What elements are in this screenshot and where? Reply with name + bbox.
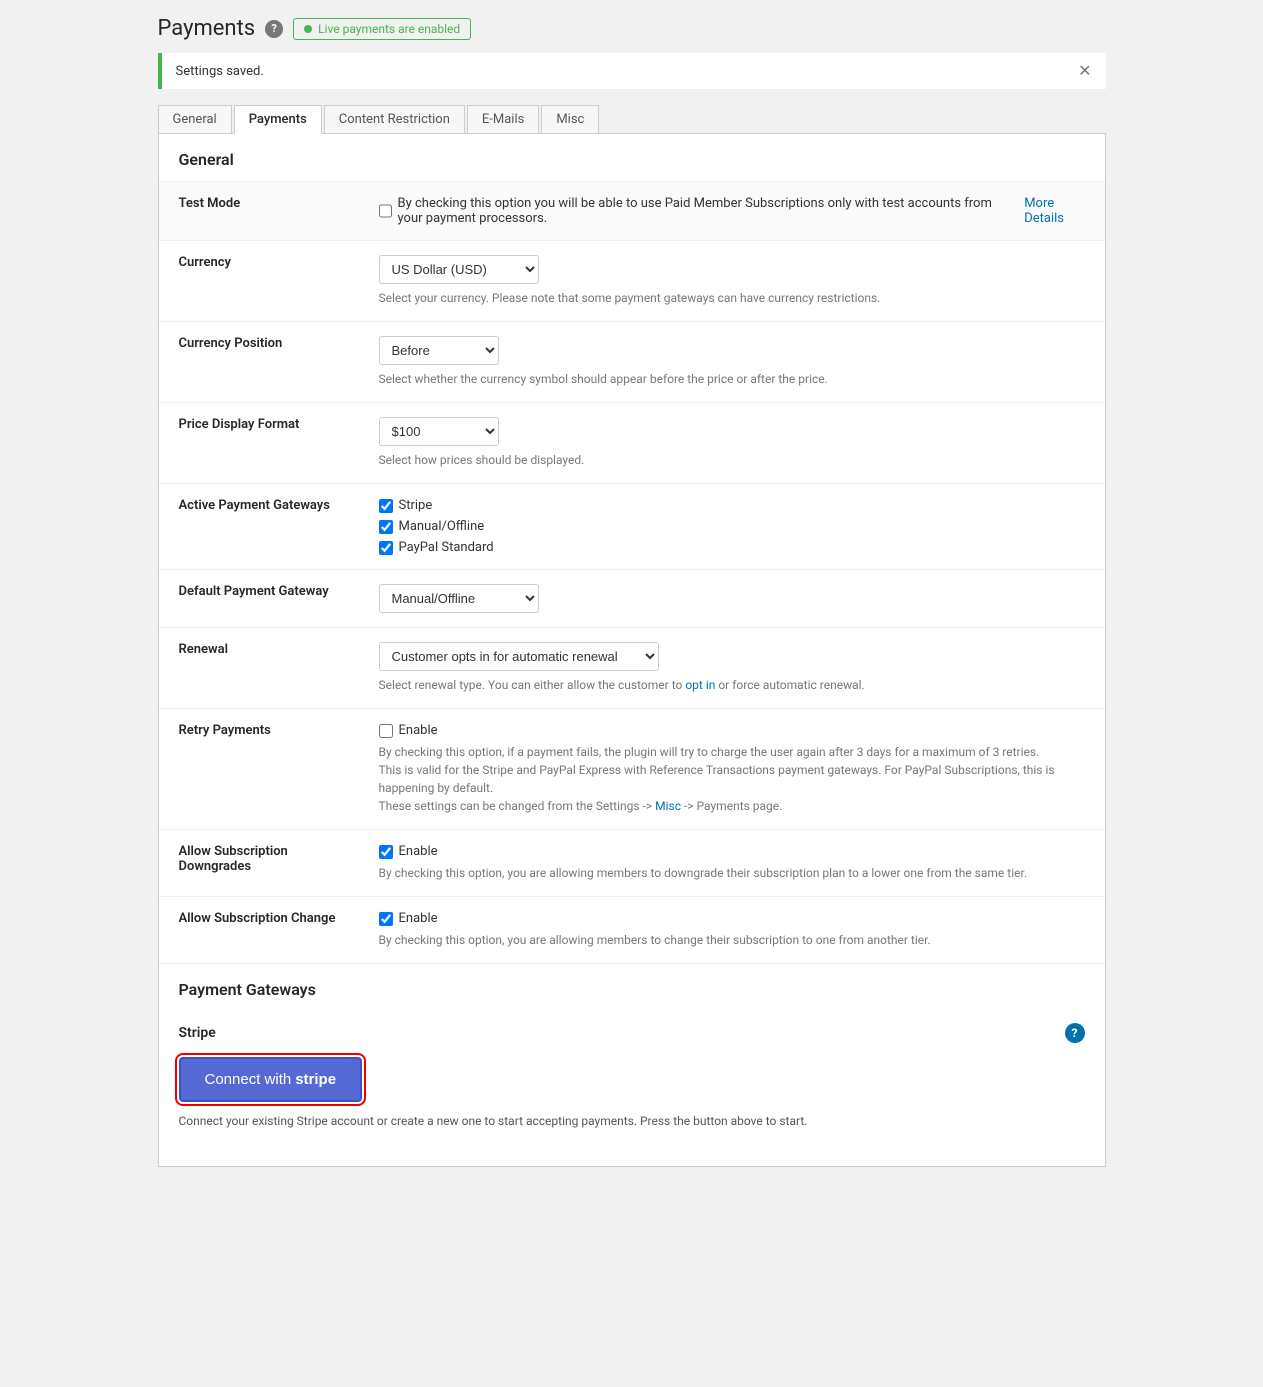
active-payment-gateways-row: Active Payment Gateways Stripe Manual/Of… bbox=[159, 484, 1105, 570]
subscription-downgrades-description: By checking this option, you are allowin… bbox=[379, 864, 1085, 882]
default-payment-gateway-select[interactable]: Manual/Offline Stripe PayPal Standard bbox=[379, 584, 539, 613]
price-display-format-row: Price Display Format $100 $ 100 100$ Sel… bbox=[159, 403, 1105, 484]
test-mode-row: Test Mode By checking this option you wi… bbox=[159, 182, 1105, 241]
renewal-value: Customer opts in for automatic renewal F… bbox=[359, 628, 1105, 709]
currency-position-select[interactable]: Before After bbox=[379, 336, 499, 365]
tab-misc[interactable]: Misc bbox=[541, 105, 599, 133]
retry-payments-checkbox-label: Enable bbox=[399, 723, 438, 738]
retry-payments-value: Enable By checking this option, if a pay… bbox=[359, 709, 1105, 830]
paypal-gateway-row: PayPal Standard bbox=[379, 540, 1085, 555]
test-mode-checkbox[interactable] bbox=[379, 204, 392, 218]
active-payment-gateways-value: Stripe Manual/Offline PayPal Standard bbox=[359, 484, 1105, 570]
connect-stripe-btn-text-normal: Connect with bbox=[205, 1071, 292, 1088]
subscription-downgrades-label: Allow Subscription Downgrades bbox=[159, 830, 359, 897]
stripe-help-icon[interactable]: ? bbox=[1065, 1023, 1085, 1043]
notice-bar: Settings saved. ✕ bbox=[158, 53, 1106, 89]
subscription-downgrades-checkbox-row: Enable bbox=[379, 844, 1085, 859]
active-payment-gateways-checkboxes: Stripe Manual/Offline PayPal Standard bbox=[379, 498, 1085, 555]
currency-position-value: Before After Select whether the currency… bbox=[359, 322, 1105, 403]
subscription-change-checkbox-row: Enable bbox=[379, 911, 1085, 926]
connect-stripe-button[interactable]: Connect with stripe bbox=[179, 1057, 363, 1102]
default-payment-gateway-value: Manual/Offline Stripe PayPal Standard bbox=[359, 570, 1105, 628]
price-display-format-description: Select how prices should be displayed. bbox=[379, 451, 1085, 469]
stripe-gateway-label: Stripe bbox=[399, 498, 433, 513]
manual-gateway-checkbox[interactable] bbox=[379, 520, 393, 534]
tab-content-restriction[interactable]: Content Restriction bbox=[324, 105, 465, 133]
currency-row: Currency US Dollar (USD) Euro (EUR) Brit… bbox=[159, 241, 1105, 322]
paypal-gateway-label: PayPal Standard bbox=[399, 540, 494, 555]
currency-position-row: Currency Position Before After Select wh… bbox=[159, 322, 1105, 403]
currency-value: US Dollar (USD) Euro (EUR) British Pound… bbox=[359, 241, 1105, 322]
renewal-row: Renewal Customer opts in for automatic r… bbox=[159, 628, 1105, 709]
tabs: General Payments Content Restriction E-M… bbox=[158, 105, 1106, 134]
stripe-gateway-row: Stripe bbox=[379, 498, 1085, 513]
subscription-change-value: Enable By checking this option, you are … bbox=[359, 897, 1105, 964]
notice-text: Settings saved. bbox=[176, 64, 264, 79]
tab-general[interactable]: General bbox=[158, 105, 232, 133]
payment-gateways-title: Payment Gateways bbox=[179, 980, 1085, 999]
renewal-opt-in-link[interactable]: opt in bbox=[685, 678, 715, 692]
manual-gateway-label: Manual/Offline bbox=[399, 519, 485, 534]
live-dot-icon bbox=[304, 25, 312, 33]
retry-payments-row: Retry Payments Enable By checking this o… bbox=[159, 709, 1105, 830]
retry-payments-label: Retry Payments bbox=[159, 709, 359, 830]
subscription-change-checkbox-label: Enable bbox=[399, 911, 438, 926]
currency-label: Currency bbox=[159, 241, 359, 322]
settings-table: Test Mode By checking this option you wi… bbox=[159, 182, 1105, 963]
active-payment-gateways-label: Active Payment Gateways bbox=[159, 484, 359, 570]
retry-payments-description: By checking this option, if a payment fa… bbox=[379, 743, 1085, 815]
close-icon[interactable]: ✕ bbox=[1078, 63, 1091, 79]
test-mode-more-details-link[interactable]: More Details bbox=[1024, 196, 1084, 226]
tab-payments[interactable]: Payments bbox=[234, 105, 322, 134]
currency-select[interactable]: US Dollar (USD) Euro (EUR) British Pound… bbox=[379, 255, 539, 284]
renewal-select[interactable]: Customer opts in for automatic renewal F… bbox=[379, 642, 659, 671]
page-title: Payments bbox=[158, 16, 256, 41]
subscription-change-label: Allow Subscription Change bbox=[159, 897, 359, 964]
subscription-change-description: By checking this option, you are allowin… bbox=[379, 931, 1085, 949]
test-mode-label: Test Mode bbox=[159, 182, 359, 241]
subscription-change-checkbox[interactable] bbox=[379, 912, 393, 926]
stripe-description: Connect your existing Stripe account or … bbox=[179, 1112, 1085, 1130]
help-icon[interactable]: ? bbox=[265, 20, 283, 38]
live-badge-text: Live payments are enabled bbox=[318, 22, 460, 36]
stripe-label: Stripe bbox=[179, 1025, 216, 1041]
renewal-label: Renewal bbox=[159, 628, 359, 709]
retry-payments-misc-link[interactable]: Misc bbox=[655, 799, 681, 813]
general-section-title: General bbox=[159, 134, 1105, 182]
retry-payments-checkbox-row: Enable bbox=[379, 723, 1085, 738]
content-area: General Test Mode By checking this optio… bbox=[158, 134, 1106, 1167]
currency-description: Select your currency. Please note that s… bbox=[379, 289, 1085, 307]
subscription-downgrades-row: Allow Subscription Downgrades Enable By … bbox=[159, 830, 1105, 897]
subscription-downgrades-checkbox[interactable] bbox=[379, 845, 393, 859]
connect-stripe-btn-text-bold: stripe bbox=[295, 1071, 336, 1088]
subscription-change-row: Allow Subscription Change Enable By chec… bbox=[159, 897, 1105, 964]
price-display-format-select[interactable]: $100 $ 100 100$ bbox=[379, 417, 499, 446]
test-mode-value: By checking this option you will be able… bbox=[359, 182, 1105, 241]
default-payment-gateway-label: Default Payment Gateway bbox=[159, 570, 359, 628]
test-mode-checkbox-row: By checking this option you will be able… bbox=[379, 196, 1085, 226]
paypal-gateway-checkbox[interactable] bbox=[379, 541, 393, 555]
page-header: Payments ? Live payments are enabled bbox=[158, 16, 1106, 41]
tab-emails[interactable]: E-Mails bbox=[467, 105, 539, 133]
connect-stripe-btn-wrapper: Connect with stripe bbox=[179, 1057, 1085, 1112]
retry-payments-checkbox[interactable] bbox=[379, 724, 393, 738]
renewal-description: Select renewal type. You can either allo… bbox=[379, 676, 1085, 694]
currency-position-description: Select whether the currency symbol shoul… bbox=[379, 370, 1085, 388]
price-display-format-value: $100 $ 100 100$ Select how prices should… bbox=[359, 403, 1105, 484]
stripe-section: Stripe ? Connect with stripe Connect you… bbox=[159, 1023, 1105, 1146]
stripe-gateway-checkbox[interactable] bbox=[379, 499, 393, 513]
default-payment-gateway-row: Default Payment Gateway Manual/Offline S… bbox=[159, 570, 1105, 628]
subscription-downgrades-checkbox-label: Enable bbox=[399, 844, 438, 859]
price-display-format-label: Price Display Format bbox=[159, 403, 359, 484]
test-mode-checkbox-label: By checking this option you will be able… bbox=[398, 196, 1016, 226]
manual-gateway-row: Manual/Offline bbox=[379, 519, 1085, 534]
payment-gateways-section: Payment Gateways bbox=[159, 963, 1105, 1023]
currency-position-label: Currency Position bbox=[159, 322, 359, 403]
live-badge: Live payments are enabled bbox=[293, 18, 471, 40]
subscription-downgrades-value: Enable By checking this option, you are … bbox=[359, 830, 1105, 897]
stripe-header: Stripe ? bbox=[179, 1023, 1085, 1043]
